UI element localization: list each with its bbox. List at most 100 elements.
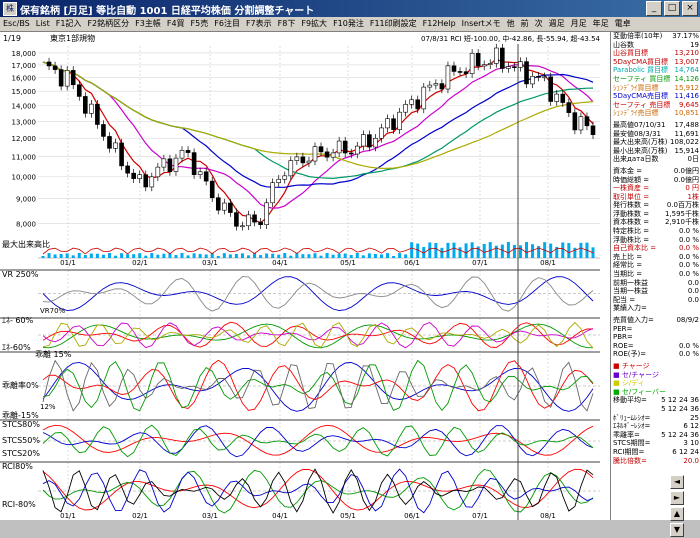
stats-row: 最安値08/3/31 11,691 [611,130,700,139]
menu-f5[interactable]: F5売 [188,17,212,31]
valuation-row: PER= [611,325,700,334]
menu-monthly[interactable]: 月足 [568,17,590,31]
volume-bar [464,243,468,258]
settings-row: 5 12 24 36 [611,405,700,414]
menu-f7[interactable]: F7表示 [243,17,275,31]
volume-bar [77,253,81,258]
menu-weekly[interactable]: 週足 [546,17,568,31]
target-label: 山谷数 [613,40,634,49]
fundamental-label: 売上比 = [613,252,643,261]
menu-f3[interactable]: F3主帳 [132,17,164,31]
dev-mid-label: 乖離率0% [2,380,39,390]
nav-up-button[interactable]: ▲ [670,507,684,521]
stats-row: 最大出来高(万株) 108,022 [611,138,700,147]
valuation-row: ROE(予)= 0.0 % [611,350,700,359]
candle [246,214,251,227]
settings-row: 騰比倍数= 20.0 [611,457,700,466]
moving-average-line [42,61,594,180]
menu-f6[interactable]: F6注目 [211,17,243,31]
volume-bar [216,255,220,258]
target-value: 37.17% [672,32,699,40]
candle [427,84,433,88]
menu-prev[interactable]: 前 [518,17,532,31]
y-tick-label: 11,000 [12,153,37,161]
menu-f4[interactable]: F4買 [164,17,188,31]
volume-bar [525,242,529,258]
volume-bar [319,255,323,258]
target-label: Parabolic 買目標 [613,66,669,75]
fundamental-row: 配当 = 0.0 [611,296,700,305]
volume-bar [440,247,444,258]
volume-bar [283,253,287,258]
fundamental-value: 0.0 % [678,252,699,261]
menu-f9[interactable]: F9拡大 [298,17,330,31]
candle [512,66,517,68]
menu-next[interactable]: 次 [532,17,546,31]
chart-area[interactable]: 1/19 東京1部規物 07/8/31 RCI 短-100.00, 中-42.8… [0,32,610,520]
candle [143,174,149,188]
settings-row: RCI期間= 6 12 24 [611,448,700,457]
vr-mid-label: VR70% [40,307,66,315]
moving-average-line [42,61,594,209]
candle [385,118,390,129]
volume-bar [470,242,474,258]
chart-header-values: 07/8/31 RCI 短-100.00, 中-42.86, 長-55.94, … [421,34,601,43]
target-row: 5DayCMA買目標 13,007 [611,58,700,67]
fundamental-label: 前期一株益 [613,278,648,287]
menu-other[interactable]: 他 [504,17,518,31]
menu-f1[interactable]: F1記入 [53,17,85,31]
nav-left-button[interactable]: ◄ [670,475,684,489]
volume-bar [379,254,383,258]
volume-bar [518,245,522,258]
candle [493,47,499,64]
y-tick-label: 10,000 [12,174,37,182]
volume-label: 最大出来高比 [2,239,50,249]
volume-bar [579,242,583,258]
target-row: ｼｪﾝﾃﾞﾗｲ売目標 10,851 [611,109,700,118]
volume-bar [373,253,377,258]
nav-down-button[interactable]: ▼ [670,523,684,537]
candle [101,124,106,137]
x-tick-label-bottom: 07/1 [472,512,488,520]
menu-f8[interactable]: F8下 [275,17,299,31]
y-tick-label: 14,000 [12,103,37,111]
legend-item: ■ チャージ [613,361,650,370]
target-row: 山谷買目標 13,210 [611,49,700,58]
volume-bar [404,254,408,258]
settings-label: STCS期間= [613,439,651,448]
menu-insert[interactable]: Insertメモ [459,17,504,31]
valuation-row: PBR= [611,333,700,342]
volume-bar [386,253,390,258]
menu-list[interactable]: List [33,17,53,31]
fundamental-row: 浮動株数 = 1,595千株 [611,210,700,219]
candle [560,93,566,103]
candle [324,151,330,158]
menu-esc[interactable]: Esc/BS [0,17,33,31]
fundamental-row: 取引単位 = 1株 [611,193,700,202]
menu-f2[interactable]: F2銘柄区分 [84,17,132,31]
maximize-button[interactable]: □ [664,1,680,16]
volume-bar [126,254,130,258]
menu-f11[interactable]: F11印刷設定 [367,17,420,31]
stats-label: 最高値07/10/31 [613,120,666,129]
minimize-button[interactable]: _ [646,1,662,16]
candle [52,65,58,70]
psy-top-label: ｴﾈ- 60% [2,316,34,325]
x-tick-label-bottom: 08/1 [540,512,556,520]
candle [500,47,505,69]
candle [58,69,64,87]
nav-right-button[interactable]: ► [670,491,684,505]
menu-yearly[interactable]: 年足 [590,17,612,31]
menu-f10[interactable]: F10発注 [330,17,367,31]
volume-bar [458,247,462,258]
settings-label: ｴﾈﾙｷﾞｰﾚｼｵ= [613,422,651,431]
vr-top-label: VR 250% [2,270,39,279]
menu-calculator[interactable]: 電卓 [612,17,634,31]
candle [89,103,94,114]
fundamental-value: 0 円 [685,184,699,193]
valuation-row: ROE= 0.0 % [611,342,700,351]
close-button[interactable]: × [682,1,698,16]
candle [584,116,590,127]
menu-f12[interactable]: F12Help [420,17,459,31]
stock-chart[interactable]: 1/19 東京1部規物 07/8/31 RCI 短-100.00, 中-42.8… [0,32,610,520]
